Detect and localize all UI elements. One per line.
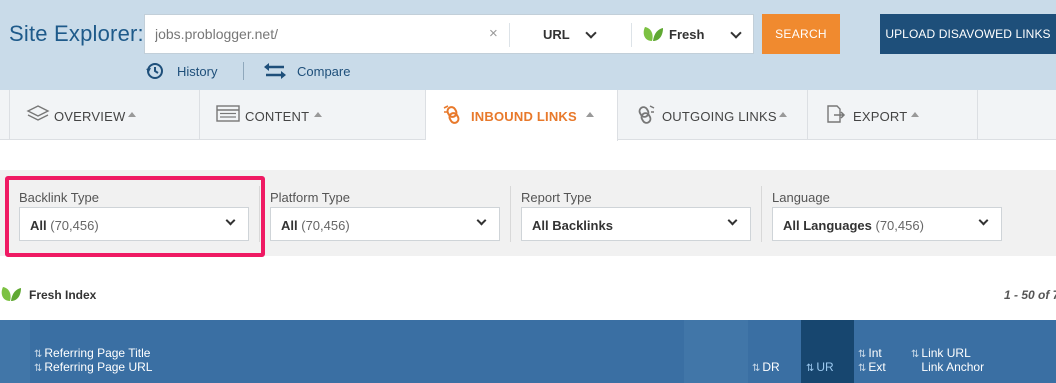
tab-inbound-links[interactable]: INBOUND LINKS	[426, 90, 618, 141]
col-label: Link URL	[921, 346, 971, 360]
inbound-link-icon	[443, 105, 460, 124]
sort-icon: ⇅	[34, 349, 43, 360]
col-label: Referring Page URL	[44, 360, 153, 374]
chevron-down-icon	[585, 27, 597, 39]
page-title: Site Explorer:	[9, 21, 144, 46]
site-explorer-header: Site Explorer: × URL Fresh SEARCH UPLOAD…	[0, 0, 1056, 90]
caret-up-icon	[128, 112, 136, 117]
col-ur: ⇅ UR	[806, 360, 834, 374]
report-type-select[interactable]: All Backlinks	[521, 207, 751, 241]
outgoing-link-icon	[638, 105, 655, 124]
tab-label: EXPORT	[853, 109, 908, 124]
caret-up-icon	[779, 112, 787, 117]
select-value: All Languages (70,456)	[783, 218, 924, 233]
tab-outgoing-links[interactable]: OUTGOING LINKS	[618, 90, 808, 140]
chevron-down-icon	[730, 27, 742, 39]
export-icon	[827, 105, 846, 123]
col-label: Referring Page Title	[44, 346, 151, 360]
col-label: Link Anchor	[921, 360, 985, 374]
clear-icon[interactable]: ×	[489, 25, 498, 42]
col-label: DR	[762, 360, 780, 374]
upload-disavowed-links-button[interactable]: UPLOAD DISAVOWED LINKS	[880, 14, 1056, 54]
tab-label: OUTGOING LINKS	[662, 109, 777, 124]
chevron-down-icon	[978, 215, 989, 226]
sort-icon: ⇅	[858, 363, 867, 374]
filter-label-language: Language	[772, 190, 830, 205]
fresh-leaf-icon	[643, 27, 663, 41]
column-shade	[0, 320, 30, 383]
column-shade	[684, 320, 748, 383]
table-header: ⇅ Referring Page Title ⇅ Referring Page UR…	[0, 320, 1056, 383]
divider	[761, 186, 762, 242]
select-value: All Backlinks	[532, 218, 613, 233]
divider	[509, 23, 510, 47]
language-select[interactable]: All Languages (70,456)	[772, 207, 1002, 241]
search-button[interactable]: SEARCH	[762, 14, 840, 54]
col-referring-page-url[interactable]: ⇅ Referring Page URL	[34, 360, 152, 374]
tab-label: CONTENT	[245, 109, 310, 124]
platform-type-select[interactable]: All (70,456)	[270, 207, 500, 241]
mode-dropdown[interactable]: URL	[511, 15, 631, 53]
select-value-text: All Backlinks	[532, 218, 613, 233]
tab-label: INBOUND LINKS	[471, 109, 577, 124]
divider	[243, 62, 244, 80]
chevron-down-icon	[476, 215, 487, 226]
col-referring-page-title[interactable]: ⇅ Referring Page Title	[34, 346, 150, 360]
filter-label-report-type: Report Type	[521, 190, 592, 205]
tab-label: OVERVIEW	[54, 109, 126, 124]
mode-selected-label: URL	[543, 27, 570, 42]
select-count: (70,456)	[301, 218, 350, 233]
caret-up-icon	[911, 112, 919, 117]
chevron-down-icon	[727, 215, 738, 226]
col-label: Ext	[868, 360, 886, 374]
history-icon	[146, 63, 163, 79]
url-search-input[interactable]	[145, 15, 485, 53]
col-dr[interactable]: ⇅ DR	[752, 360, 780, 374]
tab-content[interactable]: CONTENT	[200, 90, 426, 140]
compare-label: Compare	[297, 64, 351, 79]
fresh-leaf-icon	[1, 287, 21, 301]
select-count: (70,456)	[875, 218, 924, 233]
col-label: UR	[816, 360, 834, 374]
sort-icon: ⇅	[34, 363, 43, 374]
select-value-text: All Languages	[783, 218, 872, 233]
history-label: History	[177, 64, 218, 79]
highlight-box	[5, 176, 265, 257]
index-dropdown[interactable]: Fresh	[632, 15, 754, 53]
select-value-text: All	[281, 218, 298, 233]
layers-icon	[26, 105, 50, 121]
col-ur-active[interactable]: ⇅ UR	[801, 320, 854, 383]
search-bar: × URL Fresh	[144, 14, 754, 54]
list-window-icon	[216, 105, 240, 122]
sort-icon: ⇅	[806, 363, 815, 374]
divider	[510, 186, 511, 242]
main-tabs: OVERVIEW CONTENT INBOUND LINKS OUTGOING …	[0, 90, 1056, 141]
fresh-index-label: Fresh Index	[29, 288, 97, 302]
tab-export[interactable]: EXPORT	[808, 90, 978, 140]
col-int[interactable]: ⇅ Int	[858, 346, 882, 360]
sort-icon: ⇅	[752, 363, 761, 374]
col-link-anchor[interactable]: ⇅Link Anchor	[911, 360, 984, 374]
col-label: Int	[868, 346, 882, 360]
filter-label-platform-type: Platform Type	[270, 190, 350, 205]
tab-overview[interactable]: OVERVIEW	[10, 90, 200, 140]
sort-icon: ⇅	[858, 349, 867, 360]
fresh-index-row: Fresh Index 1 - 50 of 7	[0, 282, 1056, 306]
compare-arrows-icon	[264, 63, 286, 79]
pagination-info: 1 - 50 of 7	[1004, 288, 1056, 302]
col-ext[interactable]: ⇅ Ext	[858, 360, 886, 374]
caret-up-icon	[586, 112, 594, 117]
sort-icon: ⇅	[911, 349, 920, 360]
select-value: All (70,456)	[281, 218, 350, 233]
caret-up-icon	[314, 112, 322, 117]
col-link-url[interactable]: ⇅ Link URL	[911, 346, 971, 360]
index-selected-label: Fresh	[669, 27, 705, 42]
